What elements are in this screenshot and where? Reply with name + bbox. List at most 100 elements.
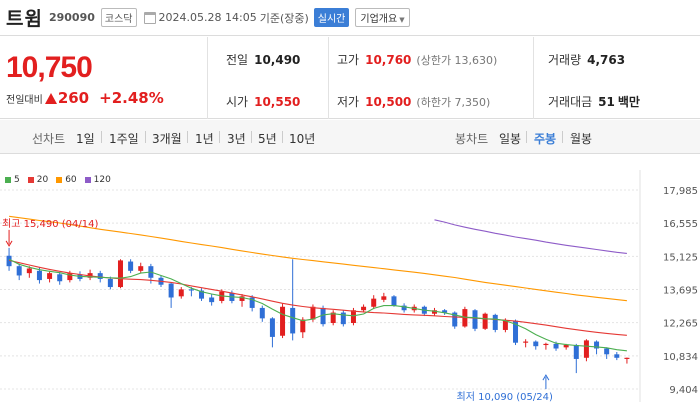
candle-body — [16, 266, 22, 276]
tab-weekly[interactable]: 주봉 — [534, 130, 556, 147]
high-value: 10,760 — [365, 53, 412, 67]
current-price: 10,750 — [6, 51, 93, 84]
candle-body — [26, 268, 32, 274]
ma120-line — [434, 219, 627, 254]
tab-1w[interactable]: 1주일 — [109, 130, 139, 147]
candle-body — [624, 357, 630, 359]
low-label: 저가 — [337, 95, 360, 109]
high-price: 고가 10,760 (상한가 13,630) — [337, 51, 497, 68]
candle-body — [502, 320, 508, 330]
change-value: 260 — [57, 89, 90, 107]
volume-value: 4,763 — [587, 53, 626, 67]
amount-unit: 백만 — [617, 95, 640, 109]
candle-body — [381, 296, 387, 300]
divider — [207, 37, 208, 119]
candle-body — [138, 266, 144, 271]
divider — [251, 131, 252, 143]
candle-body — [553, 343, 559, 349]
low-note: 최저 10,090 (05/24) — [457, 391, 553, 402]
tab-1y[interactable]: 1년 — [195, 130, 214, 147]
candle-body — [188, 289, 194, 291]
open-label: 시가 — [226, 95, 249, 109]
change-label: 전일대비 — [6, 94, 43, 106]
lower-limit: (하한가 7,350) — [416, 96, 491, 109]
low-price: 저가 10,500 (하한가 7,350) — [337, 93, 490, 110]
stock-code: 290090 — [48, 11, 95, 24]
tab-1d[interactable]: 1일 — [76, 130, 95, 147]
divider — [533, 37, 534, 119]
company-info-label: 기업개요 — [360, 14, 398, 25]
open-price: 시가 10,550 — [226, 93, 300, 110]
divider — [526, 131, 527, 143]
candle-body — [128, 261, 134, 271]
market-badge: 코스닥 — [100, 8, 137, 27]
y-tick-label: 15,125 — [663, 252, 698, 263]
divider — [219, 131, 220, 143]
y-tick-label: 12,265 — [663, 319, 698, 330]
candle-body — [371, 298, 377, 307]
candle-body — [209, 297, 215, 303]
candle-body — [300, 319, 306, 333]
chevron-down-icon: ▼ — [399, 16, 405, 24]
candle-body — [178, 289, 184, 297]
tab-5y[interactable]: 5년 — [258, 130, 277, 147]
divider — [145, 131, 146, 143]
candle-chart-label: 봉차트 — [455, 132, 489, 146]
open-value: 10,550 — [254, 95, 301, 109]
y-tick-label: 9,404 — [669, 385, 698, 396]
candle-body — [280, 306, 286, 336]
ma5-line — [8, 258, 627, 352]
tab-daily[interactable]: 일봉 — [499, 130, 521, 147]
divider — [101, 131, 102, 143]
company-info-dropdown[interactable]: 기업개요 ▼ — [355, 8, 410, 27]
divider — [328, 37, 329, 119]
upper-limit: (상한가 13,630) — [416, 54, 498, 67]
stock-name: 트윔 — [6, 8, 43, 30]
candle-body — [533, 341, 539, 347]
candle-body — [482, 313, 488, 329]
tab-10y[interactable]: 10년 — [289, 130, 315, 147]
y-tick-label: 16,555 — [663, 219, 698, 230]
tab-monthly[interactable]: 월봉 — [570, 130, 592, 147]
y-tick-label: 10,834 — [663, 352, 698, 363]
realtime-button[interactable]: 실시간 — [313, 8, 350, 27]
candle-body — [310, 306, 316, 320]
high-note: 최고 15,490 (04/14) — [2, 218, 98, 230]
tab-3m[interactable]: 3개월 — [152, 130, 182, 147]
weekly-candle-chart[interactable]: 17,985 16,555 15,125 13,695 12,265 10,834 9,40… — [0, 170, 700, 402]
tab-3y[interactable]: 3년 — [227, 130, 246, 147]
quote-panel: 10,750 전일대비 260 +2.48% 전일 10,490 시가 10,5… — [0, 37, 700, 119]
candle-body — [259, 307, 265, 319]
candle-body — [269, 318, 275, 337]
candle-body — [36, 270, 42, 281]
candle-body — [97, 273, 103, 279]
amount-value: 51 — [598, 95, 615, 109]
prev-close-value: 10,490 — [254, 53, 301, 67]
candle-body — [492, 314, 498, 330]
candle-body — [543, 343, 549, 346]
candle-body — [472, 310, 478, 329]
up-triangle-icon — [44, 92, 57, 104]
candle-body — [57, 274, 63, 282]
change-percent: +2.48% — [99, 89, 164, 107]
candle-body — [47, 273, 53, 279]
candle-body — [614, 354, 620, 358]
prev-close-label: 전일 — [226, 53, 249, 67]
candle-body — [117, 260, 123, 288]
candle-body — [361, 306, 367, 311]
divider — [187, 131, 188, 143]
chart-tabs: 선차트 1일 1주일 3개월 1년 3년 5년 10년 봉차트 일봉 주봉 월봉 — [0, 120, 700, 154]
divider — [282, 131, 283, 143]
y-tick-label: 17,985 — [663, 186, 698, 197]
candle-body — [563, 345, 569, 348]
trade-amount: 거래대금 51 백만 — [548, 93, 640, 110]
divider — [562, 131, 563, 143]
ma60-line — [9, 215, 627, 302]
candle-body — [391, 296, 397, 306]
volume-label: 거래량 — [548, 53, 582, 67]
y-tick-label: 13,695 — [663, 286, 698, 297]
quote-datetime: 2024.05.28 14:05 — [158, 11, 257, 24]
candle-body — [523, 341, 529, 343]
candle-body — [573, 345, 579, 359]
high-label: 고가 — [337, 53, 360, 67]
